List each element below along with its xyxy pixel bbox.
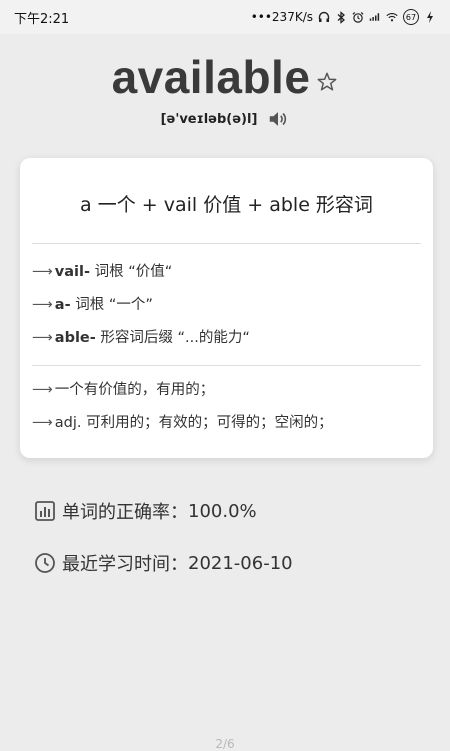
arrow-right-icon: ⟶ bbox=[32, 264, 53, 280]
etymology-formula: a 一个 + vail 价值 + able 形容词 bbox=[80, 194, 373, 216]
clock-icon bbox=[35, 553, 55, 573]
battery-icon: 67 bbox=[403, 9, 419, 25]
word-detail-card: a 一个 + vail 价值 + able 形容词 ⟶ vail- 词根 “价值… bbox=[20, 158, 433, 458]
wifi-icon bbox=[386, 11, 398, 23]
bar-chart-icon bbox=[35, 501, 55, 521]
recent-study-date: 2021-06-10 bbox=[188, 552, 293, 574]
alarm-icon bbox=[352, 11, 364, 23]
meaning-item: ⟶ adj. 可利用的；有效的；可得的；空闲的； bbox=[32, 407, 421, 440]
accuracy-value: 100.0% bbox=[188, 500, 257, 522]
word-header: available bbox=[0, 50, 450, 104]
status-icons: •••237K/s 67 bbox=[251, 9, 436, 25]
root-item: ⟶ able- 形容词后缀 “...的能力“ bbox=[32, 322, 421, 355]
root-list: ⟶ vail- 词根 “价值“ ⟶ a- 词根 “一个” ⟶ able- 形容词… bbox=[32, 244, 421, 365]
clock: 下午2:21 bbox=[14, 11, 70, 27]
phonetic-row: [ə'veɪləb(ə)l] bbox=[0, 108, 450, 130]
recent-study-stat: 最近学习时间： 2021-06-10 bbox=[34, 550, 293, 576]
word-title: available bbox=[111, 51, 311, 103]
meaning-item: ⟶ 一个有价值的，有用的； bbox=[32, 374, 421, 407]
arrow-right-icon: ⟶ bbox=[32, 382, 53, 398]
arrow-right-icon: ⟶ bbox=[32, 297, 53, 313]
charging-icon bbox=[424, 11, 436, 23]
star-icon[interactable] bbox=[316, 71, 338, 93]
bluetooth-icon bbox=[335, 10, 347, 24]
arrow-right-icon: ⟶ bbox=[32, 415, 53, 431]
signal-hd-icon bbox=[369, 11, 381, 23]
speaker-icon[interactable] bbox=[267, 108, 289, 130]
headphone-icon bbox=[318, 11, 330, 23]
meaning-list: ⟶ 一个有价值的，有用的； ⟶ adj. 可利用的；有效的；可得的；空闲的； bbox=[32, 366, 421, 440]
phonetic: [ə'veɪləb(ə)l] bbox=[160, 111, 258, 127]
net-speed: •••237K/s bbox=[250, 10, 313, 24]
root-item: ⟶ vail- 词根 “价值“ bbox=[32, 256, 421, 289]
root-item: ⟶ a- 词根 “一个” bbox=[32, 289, 421, 322]
accuracy-stat: 单词的正确率： 100.0% bbox=[34, 498, 257, 524]
arrow-right-icon: ⟶ bbox=[32, 330, 53, 346]
status-bar: 下午2:21 •••237K/s 67 bbox=[0, 0, 450, 34]
